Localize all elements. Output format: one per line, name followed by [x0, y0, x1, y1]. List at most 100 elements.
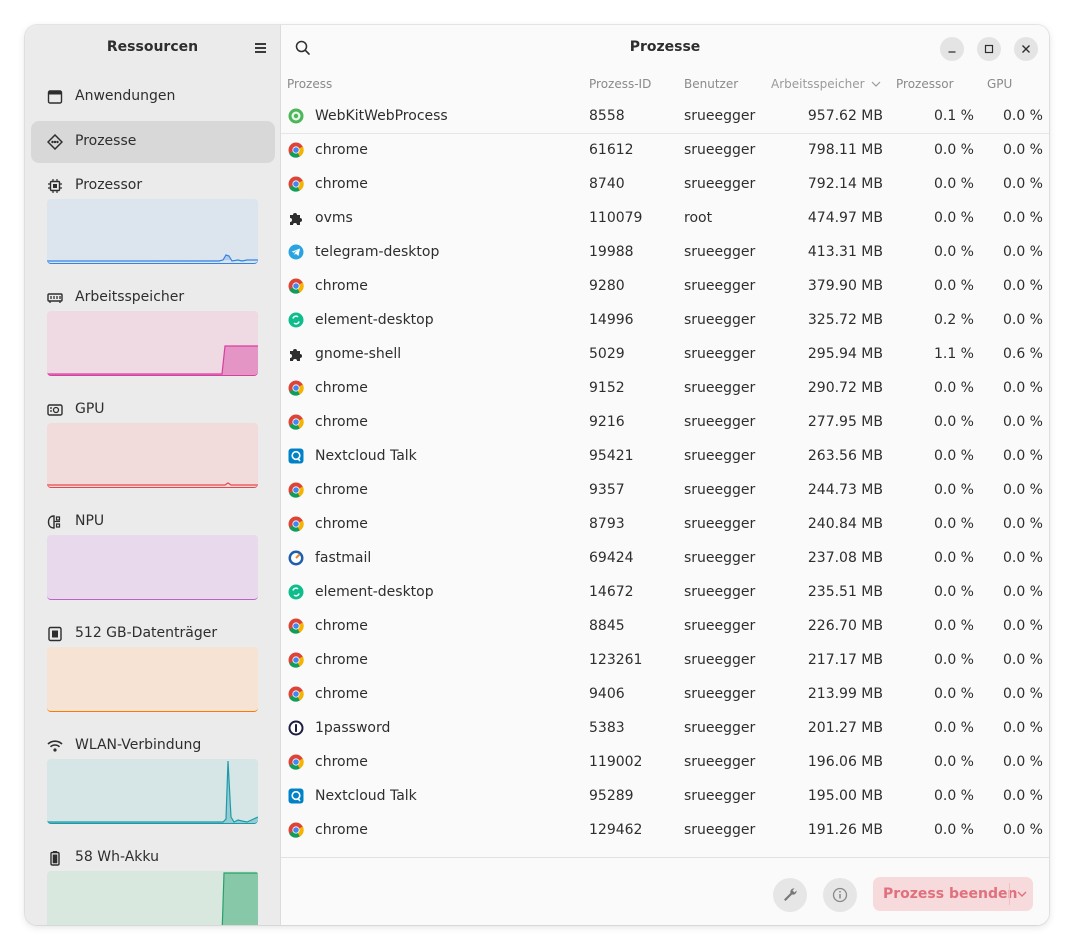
table-row[interactable]: chrome 9280 srueegger 379.90 MB 0.0 % 0.0 % [281, 269, 1049, 303]
memory-icon [47, 293, 63, 303]
process-user: srueegger [684, 176, 756, 192]
sidebar-item-npu[interactable]: NPU [25, 507, 280, 617]
process-user: srueegger [684, 448, 756, 464]
table-row[interactable]: element-desktop 14672 srueegger 235.51 MB 0.… [281, 575, 1049, 609]
table-row[interactable]: element-desktop 14996 srueegger 325.72 MB 0.… [281, 303, 1049, 337]
app-window: Ressourcen Anwendungen Prozesse Prozesso… [25, 25, 1049, 925]
resource-label: 58 Wh-Akku [75, 849, 159, 865]
process-cpu: 0.0 % [933, 278, 974, 294]
table-row[interactable]: chrome 9357 srueegger 244.73 MB 0.0 % 0.0 % [281, 473, 1049, 507]
properties-button[interactable] [773, 878, 807, 912]
process-gpu: 0.0 % [1002, 312, 1043, 328]
menu-icon[interactable] [250, 38, 270, 58]
table-row[interactable]: fastmail 69424 srueegger 237.08 MB 0.0 % 0.0 … [281, 541, 1049, 575]
process-name: chrome [315, 686, 368, 702]
process-user: srueegger [684, 652, 756, 668]
end-process-options-button[interactable] [1010, 877, 1033, 911]
column-header-process[interactable]: Prozess [287, 77, 332, 91]
close-button[interactable] [1014, 37, 1038, 61]
table-row[interactable]: Nextcloud Talk 95289 srueegger 195.00 MB 0.0… [281, 779, 1049, 813]
table-row[interactable]: chrome 8740 srueegger 792.14 MB 0.0 % 0.0 % [281, 167, 1049, 201]
column-header-pid[interactable]: Prozess-ID [589, 77, 651, 91]
process-name: chrome [315, 652, 368, 668]
telegram-icon [288, 244, 304, 260]
cpu-graph-line [47, 254, 258, 262]
process-name: chrome [315, 754, 368, 770]
column-header-memory[interactable]: Arbeitsspeicher [771, 77, 881, 91]
process-user: srueegger [684, 618, 756, 634]
process-memory: 798.11 MB [807, 142, 883, 158]
sidebar-item-gpu[interactable]: GPU [25, 395, 280, 505]
sidebar-item-network[interactable]: WLAN-Verbindung [25, 731, 280, 841]
process-name: chrome [315, 278, 368, 294]
process-gpu: 0.0 % [1002, 482, 1043, 498]
process-user: srueegger [684, 754, 756, 770]
process-name: chrome [315, 482, 368, 498]
wrench-icon [784, 888, 797, 901]
chrome-icon [288, 380, 304, 396]
process-cpu: 0.0 % [933, 414, 974, 430]
table-row[interactable]: ovms 110079 root 474.97 MB 0.0 % 0.0 % [281, 201, 1049, 235]
process-cpu: 0.1 % [933, 108, 974, 124]
process-memory: 240.84 MB [807, 516, 883, 532]
sidebar-item-processes[interactable]: Prozesse [31, 121, 275, 163]
process-cpu: 0.0 % [933, 686, 974, 702]
process-id: 95421 [589, 448, 634, 464]
chrome-icon [288, 414, 304, 430]
process-gpu: 0.0 % [1002, 244, 1043, 260]
process-cpu: 0.0 % [933, 652, 974, 668]
sidebar: Ressourcen Anwendungen Prozesse Prozesso… [25, 25, 281, 925]
chrome-icon [288, 822, 304, 838]
process-memory: 226.70 MB [807, 618, 883, 634]
table-row[interactable]: chrome 123261 srueegger 217.17 MB 0.0 % 0.0 % [281, 643, 1049, 677]
puzzle-icon [290, 349, 302, 361]
sidebar-item-label: Prozesse [75, 133, 137, 149]
sidebar-item-memory[interactable]: Arbeitsspeicher [25, 283, 280, 393]
network-graph-line [47, 760, 258, 823]
close-icon [1022, 45, 1030, 53]
process-gpu: 0.0 % [1002, 584, 1043, 600]
table-row[interactable]: chrome 61612 srueegger 798.11 MB 0.0 % 0.0 % [281, 133, 1049, 167]
nextcloud-talk-icon [288, 448, 304, 464]
maximize-button[interactable] [977, 37, 1001, 61]
column-header-user[interactable]: Benutzer [684, 77, 738, 91]
table-row[interactable]: chrome 9216 srueegger 277.95 MB 0.0 % 0.0 % [281, 405, 1049, 439]
process-id: 129462 [589, 822, 643, 838]
resource-label: 512 GB-Datenträger [75, 625, 218, 641]
element-icon [288, 312, 304, 328]
table-row[interactable]: chrome 8793 srueegger 240.84 MB 0.0 % 0.0 % [281, 507, 1049, 541]
process-gpu: 0.0 % [1002, 210, 1043, 226]
end-process-button[interactable]: Prozess beenden [883, 886, 1017, 902]
table-row[interactable]: gnome-shell 5029 srueegger 295.94 MB 1.1 % 0.… [281, 337, 1049, 371]
column-header-gpu[interactable]: GPU [987, 77, 1012, 91]
column-header-cpu[interactable]: Prozessor [896, 77, 954, 91]
table-row[interactable]: chrome 8845 srueegger 226.70 MB 0.0 % 0.0 % [281, 609, 1049, 643]
process-cpu: 0.0 % [933, 754, 974, 770]
table-row[interactable]: telegram-desktop 19988 srueegger 413.31 MB 0… [281, 235, 1049, 269]
resource-label: NPU [75, 513, 105, 529]
disk-icon [48, 626, 62, 642]
table-row[interactable]: 1password 5383 srueegger 201.27 MB 0.0 % 0.0 … [281, 711, 1049, 745]
process-user: srueegger [684, 822, 756, 838]
sidebar-item-disk[interactable]: 512 GB-Datenträger [25, 619, 280, 729]
chrome-icon [288, 754, 304, 770]
table-row[interactable]: WebKitWebProcess 8558 srueegger 957.62 MB 0.… [281, 99, 1049, 134]
table-row[interactable]: chrome 119002 srueegger 196.06 MB 0.0 % 0.0 % [281, 745, 1049, 779]
chrome-icon [288, 482, 304, 498]
table-row[interactable]: Nextcloud Talk 95421 srueegger 263.56 MB 0.0… [281, 439, 1049, 473]
minimize-button[interactable] [940, 37, 964, 61]
table-row[interactable]: chrome 9152 srueegger 290.72 MB 0.0 % 0.0 % [281, 371, 1049, 405]
process-name: chrome [315, 176, 368, 192]
gpu-graph-line [47, 482, 258, 486]
sidebar-header: Ressourcen [25, 25, 280, 71]
table-row[interactable]: chrome 129462 srueegger 191.26 MB 0.0 % 0.0 % [281, 813, 1049, 847]
resource-label: GPU [75, 401, 105, 417]
sidebar-item-cpu[interactable]: Prozessor [25, 171, 280, 281]
info-button[interactable] [823, 878, 857, 912]
table-row[interactable]: chrome 9406 srueegger 213.99 MB 0.0 % 0.0 % [281, 677, 1049, 711]
processes-icon [47, 134, 63, 150]
sidebar-item-battery[interactable]: 58 Wh-Akku [25, 843, 280, 925]
process-name: chrome [315, 822, 368, 838]
sidebar-item-applications[interactable]: Anwendungen [31, 76, 275, 118]
process-user: srueegger [684, 482, 756, 498]
